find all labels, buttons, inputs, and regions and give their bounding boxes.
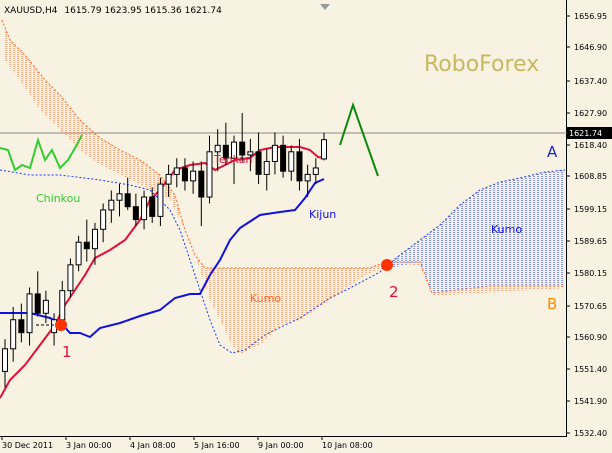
- price-tick-label: 1599.15: [574, 205, 607, 214]
- tenkan-label: Tenkan: [213, 153, 253, 166]
- candle-body-bull: [67, 264, 74, 292]
- kumo-right-label: Kumo: [491, 223, 522, 236]
- candle-body-bull: [75, 241, 82, 266]
- candle-body-bull: [312, 167, 319, 175]
- candle-body-bull: [100, 209, 107, 230]
- price-tick-label: 1532.40: [574, 429, 607, 438]
- candle-body-bull: [59, 290, 66, 321]
- candle-body-bear: [132, 206, 139, 221]
- candle-body-bull: [271, 144, 278, 162]
- candle-body-bull: [304, 173, 311, 182]
- time-tick-label: 9 Jan 00:00: [258, 441, 304, 450]
- candle-body-bull: [42, 299, 49, 314]
- candle-body-bear: [149, 196, 156, 217]
- price-tick-label: 1646.90: [574, 43, 607, 52]
- candle-body-bull: [173, 167, 180, 175]
- kijun-label: Kijun: [309, 208, 336, 221]
- price-tick-label: 1618.40: [574, 141, 607, 150]
- candle-body-bear: [296, 151, 303, 182]
- marker-2-dot: [381, 259, 393, 271]
- candle-body-bear: [18, 319, 25, 334]
- price-tick-label: 1551.40: [574, 365, 607, 374]
- time-tick-label: 5 Jan 16:00: [194, 441, 240, 450]
- time-tick-label: 10 Jan 08:00: [322, 441, 373, 450]
- price-tick-label: 1580.15: [574, 269, 607, 278]
- ohlc-readout: 1615.79 1623.95 1615.36 1621.74: [64, 6, 222, 16]
- candle-body-bear: [124, 193, 131, 208]
- candle-body-bull: [108, 199, 115, 211]
- candle-body-bull: [141, 196, 148, 221]
- label-a: A: [547, 143, 558, 161]
- symbol-timeframe: XAUUSD,H4: [4, 6, 58, 16]
- candle-body-bull: [206, 151, 213, 198]
- marker-1-label: 1: [62, 343, 72, 361]
- candle-body-bull: [91, 228, 98, 250]
- candle-body-bull: [157, 183, 164, 217]
- candle-body-bull: [214, 144, 221, 153]
- time-tick-label: 4 Jan 08:00: [130, 441, 176, 450]
- time-tick-label: 3 Jan 00:00: [66, 441, 112, 450]
- price-tick-label: 1589.65: [574, 237, 607, 246]
- symbol-title: XAUUSD,H4 1615.79 1623.95 1615.36 1621.7…: [4, 6, 222, 16]
- candle-body-bear: [181, 167, 188, 182]
- price-tick-label: 1608.85: [574, 172, 607, 181]
- price-tick-label: 1627.90: [574, 109, 607, 118]
- candle-body-bull: [165, 173, 172, 185]
- price-tick-label: 1560.90: [574, 333, 607, 342]
- candle-body-bull: [2, 348, 8, 372]
- marker-1-dot: [55, 319, 67, 331]
- time-axis: 30 Dec 2011 3 Jan 00:00 4 Jan 08:00 5 Jan 1…: [1, 436, 373, 450]
- candle-body-bear: [198, 170, 205, 198]
- current-price-tag-text: 1621.74: [569, 129, 602, 138]
- price-tick-label: 1541.90: [574, 397, 607, 406]
- candle-body-bear: [34, 293, 41, 314]
- marker-2-label: 2: [389, 283, 399, 301]
- candle-body-bear: [280, 144, 287, 172]
- kumo-left-label: Kumo: [250, 292, 281, 305]
- candle-body-bull: [26, 293, 33, 334]
- price-axis: 1656.95 1646.90 1637.40 1627.90 1618.40 1608.…: [566, 12, 607, 438]
- label-b: B: [547, 295, 557, 313]
- time-tick-label: 30 Dec 2011: [2, 441, 53, 450]
- candle-body-bear: [83, 241, 90, 250]
- chart-canvas[interactable]: 1656.95 1646.90 1637.40 1627.90 1618.40 1608.…: [0, 0, 612, 453]
- candle-body-bull: [263, 160, 270, 175]
- candle-body-bull: [10, 319, 17, 350]
- candle-body-bear: [255, 151, 262, 175]
- candle-body-bull: [116, 193, 123, 201]
- candle-body-bull: [288, 151, 295, 172]
- price-tick-label: 1637.40: [574, 77, 607, 86]
- watermark-text: RoboForex: [424, 52, 539, 77]
- candle-body-bull: [321, 139, 327, 160]
- candle-body-bull: [190, 170, 197, 182]
- price-tick-label: 1656.95: [574, 12, 607, 21]
- chart-window[interactable]: 1656.95 1646.90 1637.40 1627.90 1618.40 1608.…: [0, 0, 612, 453]
- chinkou-label: Chinkou: [36, 192, 80, 205]
- price-tick-label: 1570.65: [574, 302, 607, 311]
